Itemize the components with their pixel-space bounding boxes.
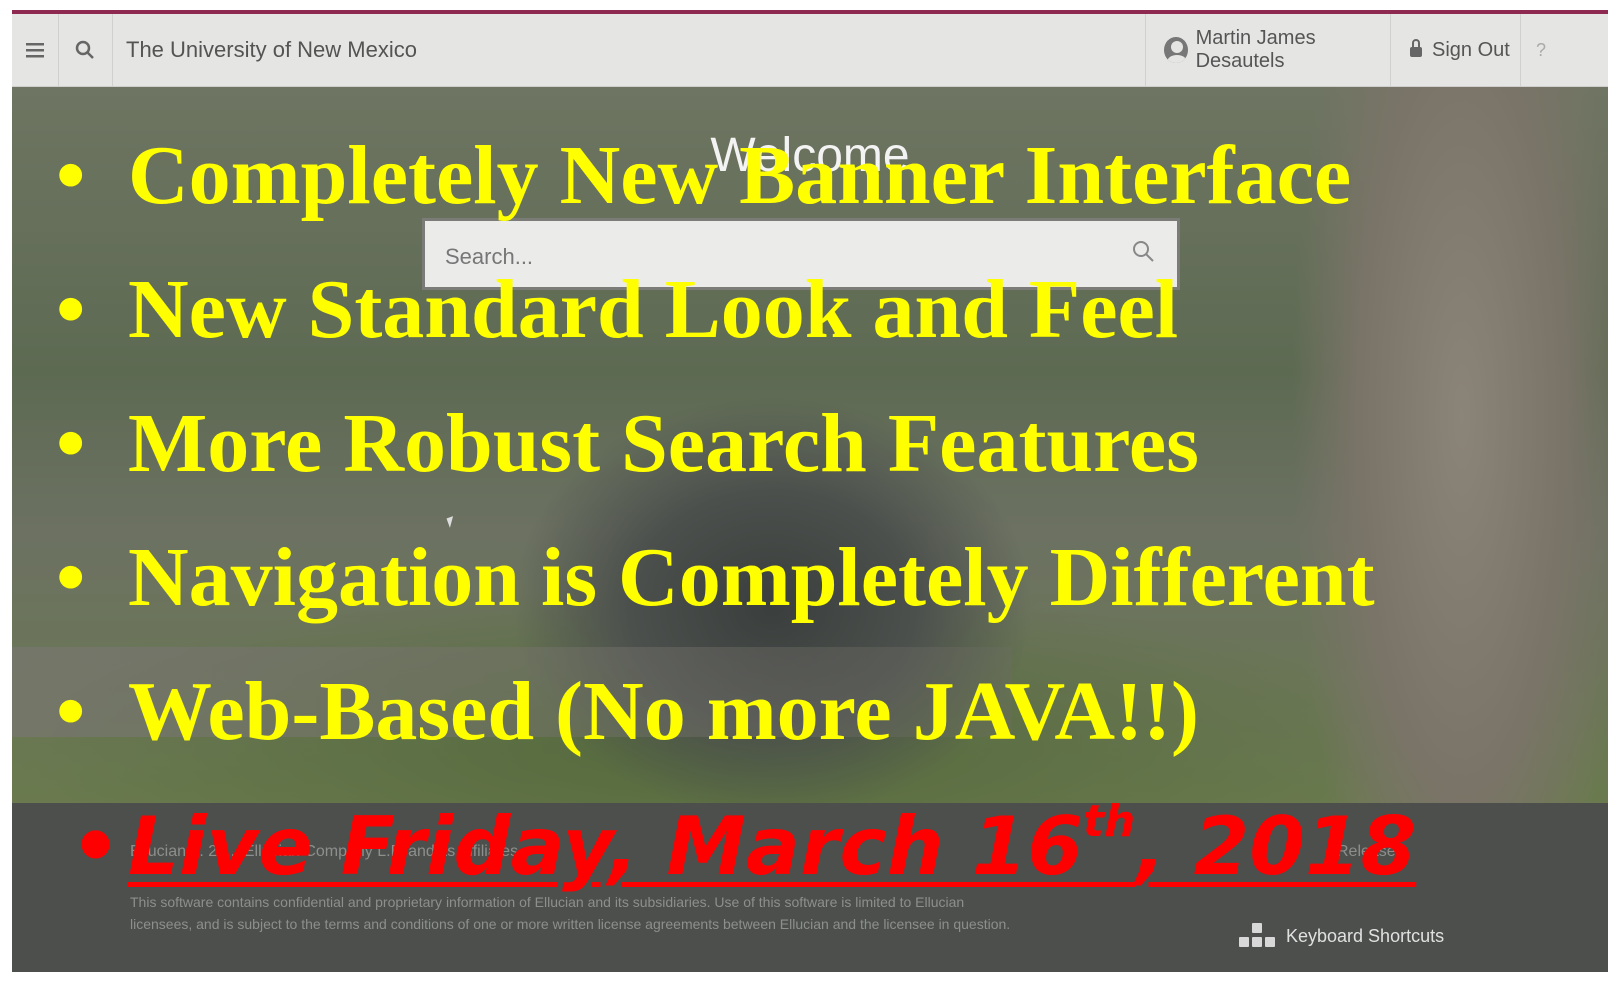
sign-out-button[interactable]: Sign Out	[1390, 14, 1521, 86]
help-button[interactable]: ?	[1536, 14, 1546, 86]
hamburger-menu-icon	[26, 43, 44, 58]
user-profile-button[interactable]: Martin James Desautels	[1145, 14, 1391, 86]
header-search-button[interactable]	[58, 14, 113, 86]
main-search-input[interactable]	[443, 239, 1087, 275]
welcome-title: Welcome	[710, 129, 910, 182]
lock-icon	[1410, 39, 1422, 57]
main-search-box[interactable]	[422, 218, 1180, 290]
keyboard-shortcuts-button[interactable]: Keyboard Shortcuts	[1238, 921, 1444, 951]
banner-screenshot: The University of New Mexico Martin Jame…	[12, 10, 1608, 972]
menu-button[interactable]	[12, 14, 59, 86]
release-text: Release:	[1337, 843, 1401, 860]
user-avatar-icon	[1164, 37, 1188, 63]
background-path	[12, 647, 1012, 737]
sign-out-label: Sign Out	[1432, 38, 1510, 61]
top-header-bar: The University of New Mexico Martin Jame…	[12, 14, 1608, 87]
keyboard-shortcuts-label: Keyboard Shortcuts	[1286, 925, 1445, 946]
legal-notice: This software contains confidential and …	[130, 894, 1011, 932]
welcome-background-photo	[12, 87, 1608, 803]
keyboard-icon	[1238, 921, 1276, 951]
user-name: Martin James Desautels	[1195, 27, 1316, 72]
search-icon	[75, 40, 94, 59]
footer: Ellucian ... 20... Ellucian Company L.P.…	[12, 803, 1608, 972]
copyright-text: Ellucian ... 20... Ellucian Company L.P.…	[130, 843, 523, 860]
institution-name: The University of New Mexico	[126, 37, 417, 62]
search-icon[interactable]	[1131, 239, 1155, 263]
